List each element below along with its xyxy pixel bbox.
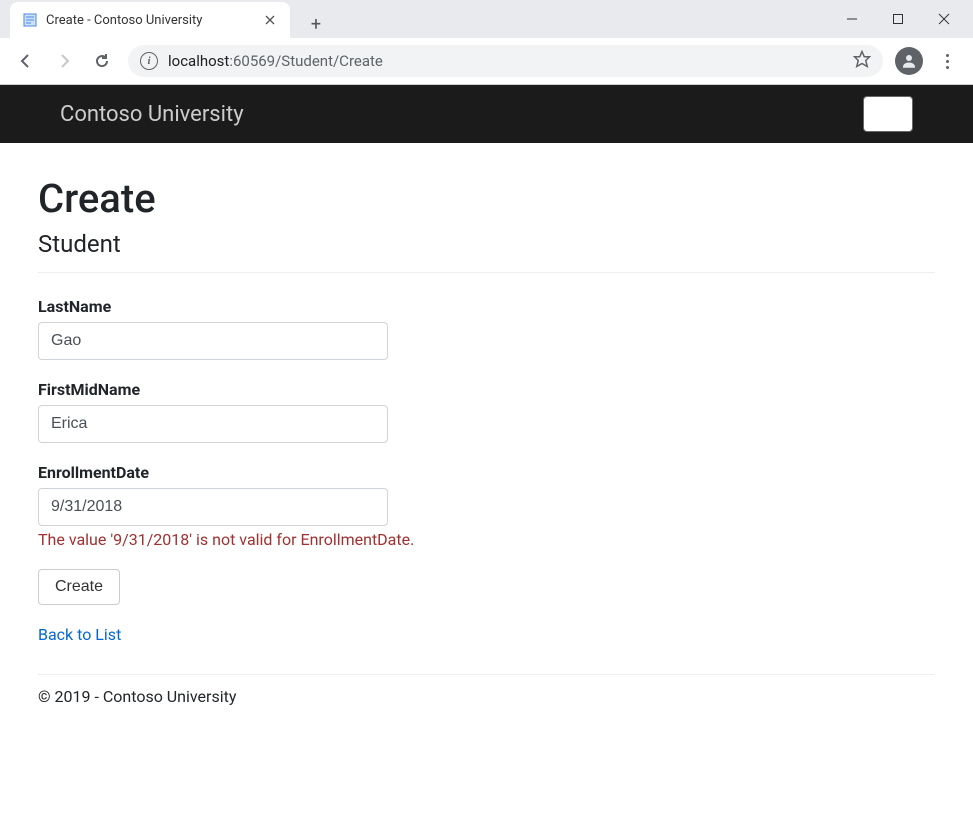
firstmidname-input[interactable] <box>38 405 388 443</box>
browser-chrome: Create - Contoso University + i localhos… <box>0 0 973 85</box>
page-favicon-icon <box>22 12 38 28</box>
forward-button[interactable] <box>46 43 82 79</box>
enrollmentdate-validation-message: The value '9/31/2018' is not valid for E… <box>38 530 935 549</box>
brand-link[interactable]: Contoso University <box>60 102 244 127</box>
address-bar[interactable]: i localhost:60569/Student/Create <box>128 45 883 77</box>
lastname-input[interactable] <box>38 322 388 360</box>
browser-tab[interactable]: Create - Contoso University <box>10 2 290 38</box>
form-group-enrollmentdate: EnrollmentDate The value '9/31/2018' is … <box>38 463 935 549</box>
enrollmentdate-input[interactable] <box>38 488 388 526</box>
footer-divider <box>38 674 935 675</box>
tab-strip: Create - Contoso University + <box>0 0 973 38</box>
enrollmentdate-label: EnrollmentDate <box>38 463 935 482</box>
minimize-button[interactable] <box>829 3 875 35</box>
profile-avatar-icon[interactable] <box>895 47 923 75</box>
create-button[interactable]: Create <box>38 569 120 605</box>
form-group-firstmidname: FirstMidName <box>38 380 935 443</box>
url-host: localhost <box>168 52 229 70</box>
reload-button[interactable] <box>84 43 120 79</box>
browser-toolbar: i localhost:60569/Student/Create <box>0 38 973 84</box>
new-tab-button[interactable]: + <box>302 10 330 38</box>
nav-toggle-button[interactable] <box>863 96 913 132</box>
back-to-list-link[interactable]: Back to List <box>38 625 935 644</box>
close-tab-icon[interactable] <box>262 12 278 28</box>
maximize-button[interactable] <box>875 3 921 35</box>
site-info-icon[interactable]: i <box>140 52 158 70</box>
bookmark-star-icon[interactable] <box>853 50 871 72</box>
form-actions: Create <box>38 569 935 605</box>
divider <box>38 272 935 273</box>
tab-title: Create - Contoso University <box>46 13 262 28</box>
browser-menu-button[interactable] <box>929 54 965 69</box>
form-group-lastname: LastName <box>38 297 935 360</box>
lastname-label: LastName <box>38 297 935 316</box>
page-subtitle: Student <box>38 230 935 258</box>
site-navbar: Contoso University <box>0 85 973 143</box>
page-title: Create <box>38 175 935 222</box>
close-window-button[interactable] <box>921 3 967 35</box>
firstmidname-label: FirstMidName <box>38 380 935 399</box>
back-button[interactable] <box>8 43 44 79</box>
url-path: :60569/Student/Create <box>229 52 383 70</box>
page-content: Create Student LastName FirstMidName Enr… <box>0 143 973 726</box>
footer-text: © 2019 - Contoso University <box>38 687 935 706</box>
